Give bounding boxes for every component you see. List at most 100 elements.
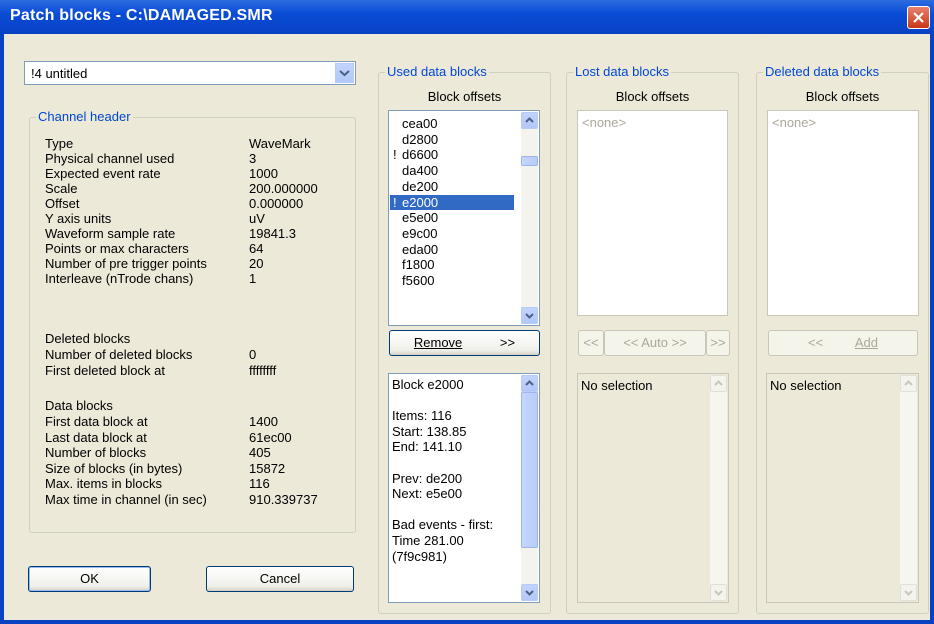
lost-block-offsets-header: Block offsets <box>615 89 690 104</box>
lost-block-info[interactable]: No selection <box>577 373 729 603</box>
chevron-up-icon <box>525 117 534 123</box>
field-value: uV <box>249 211 265 226</box>
list-item[interactable]: ! e2000 <box>390 194 514 210</box>
deleted-blocks-legend: Deleted data blocks <box>763 64 882 79</box>
remove-arrows: >> <box>499 335 516 350</box>
scroll-up-button[interactable] <box>900 375 917 392</box>
channel-select[interactable]: !4 untitled <box>24 61 356 85</box>
deleted-block-offsets-header: Block offsets <box>805 89 880 104</box>
lost-blocks-list[interactable]: <none> <box>577 110 728 316</box>
used-blocks-list[interactable]: cea00 d2800! d6600 da400 de200! e2000 e5e00 e9c… <box>388 110 540 326</box>
scroll-thumb[interactable] <box>521 156 538 166</box>
scroll-up-button[interactable] <box>710 375 727 392</box>
ok-button[interactable]: OK <box>28 566 151 592</box>
scroll-up-button[interactable] <box>521 112 538 129</box>
scroll-down-button[interactable] <box>521 584 538 601</box>
field-label: Number of pre trigger points <box>45 256 207 271</box>
field-label: Expected event rate <box>45 166 161 181</box>
field-label: Waveform sample rate <box>45 226 176 241</box>
field-value: 1 <box>249 271 257 286</box>
ok-label: OK <box>80 571 99 586</box>
remove-button[interactable]: Remove >> <box>389 330 540 356</box>
next-lost-button[interactable]: >> <box>706 330 730 356</box>
field-value: WaveMark <box>249 136 311 151</box>
cancel-label: Cancel <box>259 571 301 586</box>
field-label: Max. items in blocks <box>45 476 163 491</box>
scroll-down-button[interactable] <box>900 584 917 601</box>
add-button[interactable]: << Add <box>768 330 918 356</box>
info-line: End: 141.10 <box>392 439 463 455</box>
add-label: Add <box>854 335 878 350</box>
block-offset: d2800 <box>402 131 439 147</box>
prev-lost-button[interactable]: << <box>578 330 604 356</box>
chevron-down-icon <box>904 590 913 596</box>
block-offset: de200 <box>402 178 439 194</box>
info-line: (7f9c981) <box>392 548 447 564</box>
field-value: 1000 <box>249 166 278 181</box>
info-scrollbar[interactable] <box>521 375 538 601</box>
scroll-down-button[interactable] <box>710 584 727 601</box>
field-value: 0.000000 <box>249 196 304 211</box>
field-value: 64 <box>249 241 264 256</box>
title-bar[interactable]: Patch blocks - C:\DAMAGED.SMR <box>0 0 934 34</box>
block-offset: eda00 <box>402 241 439 257</box>
info-line: Block e2000 <box>392 377 464 392</box>
deleted-block-info[interactable]: No selection <box>766 373 919 603</box>
field-value: 3 <box>249 151 257 166</box>
used-block-info[interactable]: Block e2000 Items: 116 Start: 138.85 End: 1… <box>388 373 540 603</box>
field-value: 1400 <box>249 414 278 429</box>
auto-button[interactable]: << Auto >> <box>604 330 706 356</box>
field-value: 0 <box>249 347 257 362</box>
chevron-down-icon <box>339 70 350 77</box>
used-list-scrollbar[interactable] <box>521 112 538 324</box>
block-offset: f5600 <box>402 273 435 288</box>
field-label: Y axis units <box>45 211 112 226</box>
close-icon <box>913 12 924 23</box>
field-label: Size of blocks (in bytes) <box>45 460 183 476</box>
block-offset: da400 <box>402 163 439 179</box>
deleted-info-scrollbar[interactable] <box>900 375 917 601</box>
info-line: Items: 116 <box>392 408 452 424</box>
remove-label: Remove <box>413 335 463 350</box>
lost-empty-text: <none> <box>582 115 627 130</box>
lost-blocks-legend: Lost data blocks <box>573 64 671 79</box>
info-line: Next: e5e00 <box>392 486 463 502</box>
field-value: ffffffff <box>249 363 277 378</box>
field-value: 19841.3 <box>249 226 296 241</box>
chevron-up-icon <box>904 380 913 386</box>
cancel-button[interactable]: Cancel <box>206 566 354 592</box>
scroll-thumb[interactable] <box>521 392 538 548</box>
field-label: First deleted block at <box>45 363 165 378</box>
chevron-down-icon <box>525 313 534 319</box>
info-line: Start: 138.85 <box>392 423 467 439</box>
field-label: Interleave (nTrode chans) <box>45 271 194 286</box>
deleted-info-text: No selection <box>770 378 842 393</box>
field-label: Number of deleted blocks <box>45 347 193 362</box>
auto-label: << Auto >> <box>623 335 687 350</box>
field-label: Last data block at <box>45 429 147 445</box>
field-label: First data block at <box>45 414 148 429</box>
lost-info-scrollbar[interactable] <box>710 375 727 601</box>
deleted-blocks-list[interactable]: <none> <box>767 110 919 316</box>
bad-block-mark: ! <box>393 194 397 210</box>
deleted-empty-text: <none> <box>772 115 817 130</box>
dropdown-arrow-button[interactable] <box>335 63 354 83</box>
window-title: Patch blocks - C:\DAMAGED.SMR <box>10 7 273 24</box>
lost-info-text: No selection <box>581 378 653 393</box>
info-line: Bad events - first: <box>392 517 494 533</box>
section-title: Deleted blocks <box>45 331 131 346</box>
scroll-down-button[interactable] <box>521 307 538 324</box>
field-value: 405 <box>249 445 271 460</box>
field-label: Offset <box>45 196 80 211</box>
field-value: 20 <box>249 256 264 271</box>
scroll-up-button[interactable] <box>521 375 538 392</box>
field-value: 61ec00 <box>249 429 292 445</box>
bad-block-mark: ! <box>393 147 397 163</box>
used-blocks-legend: Used data blocks <box>385 64 489 79</box>
chevron-down-icon <box>714 590 723 596</box>
field-value: 910.339737 <box>249 491 318 507</box>
field-label: Scale <box>45 181 78 196</box>
info-line: Prev: de200 <box>392 470 463 486</box>
close-button[interactable] <box>907 6 930 29</box>
block-offset: e2000 <box>402 194 439 210</box>
